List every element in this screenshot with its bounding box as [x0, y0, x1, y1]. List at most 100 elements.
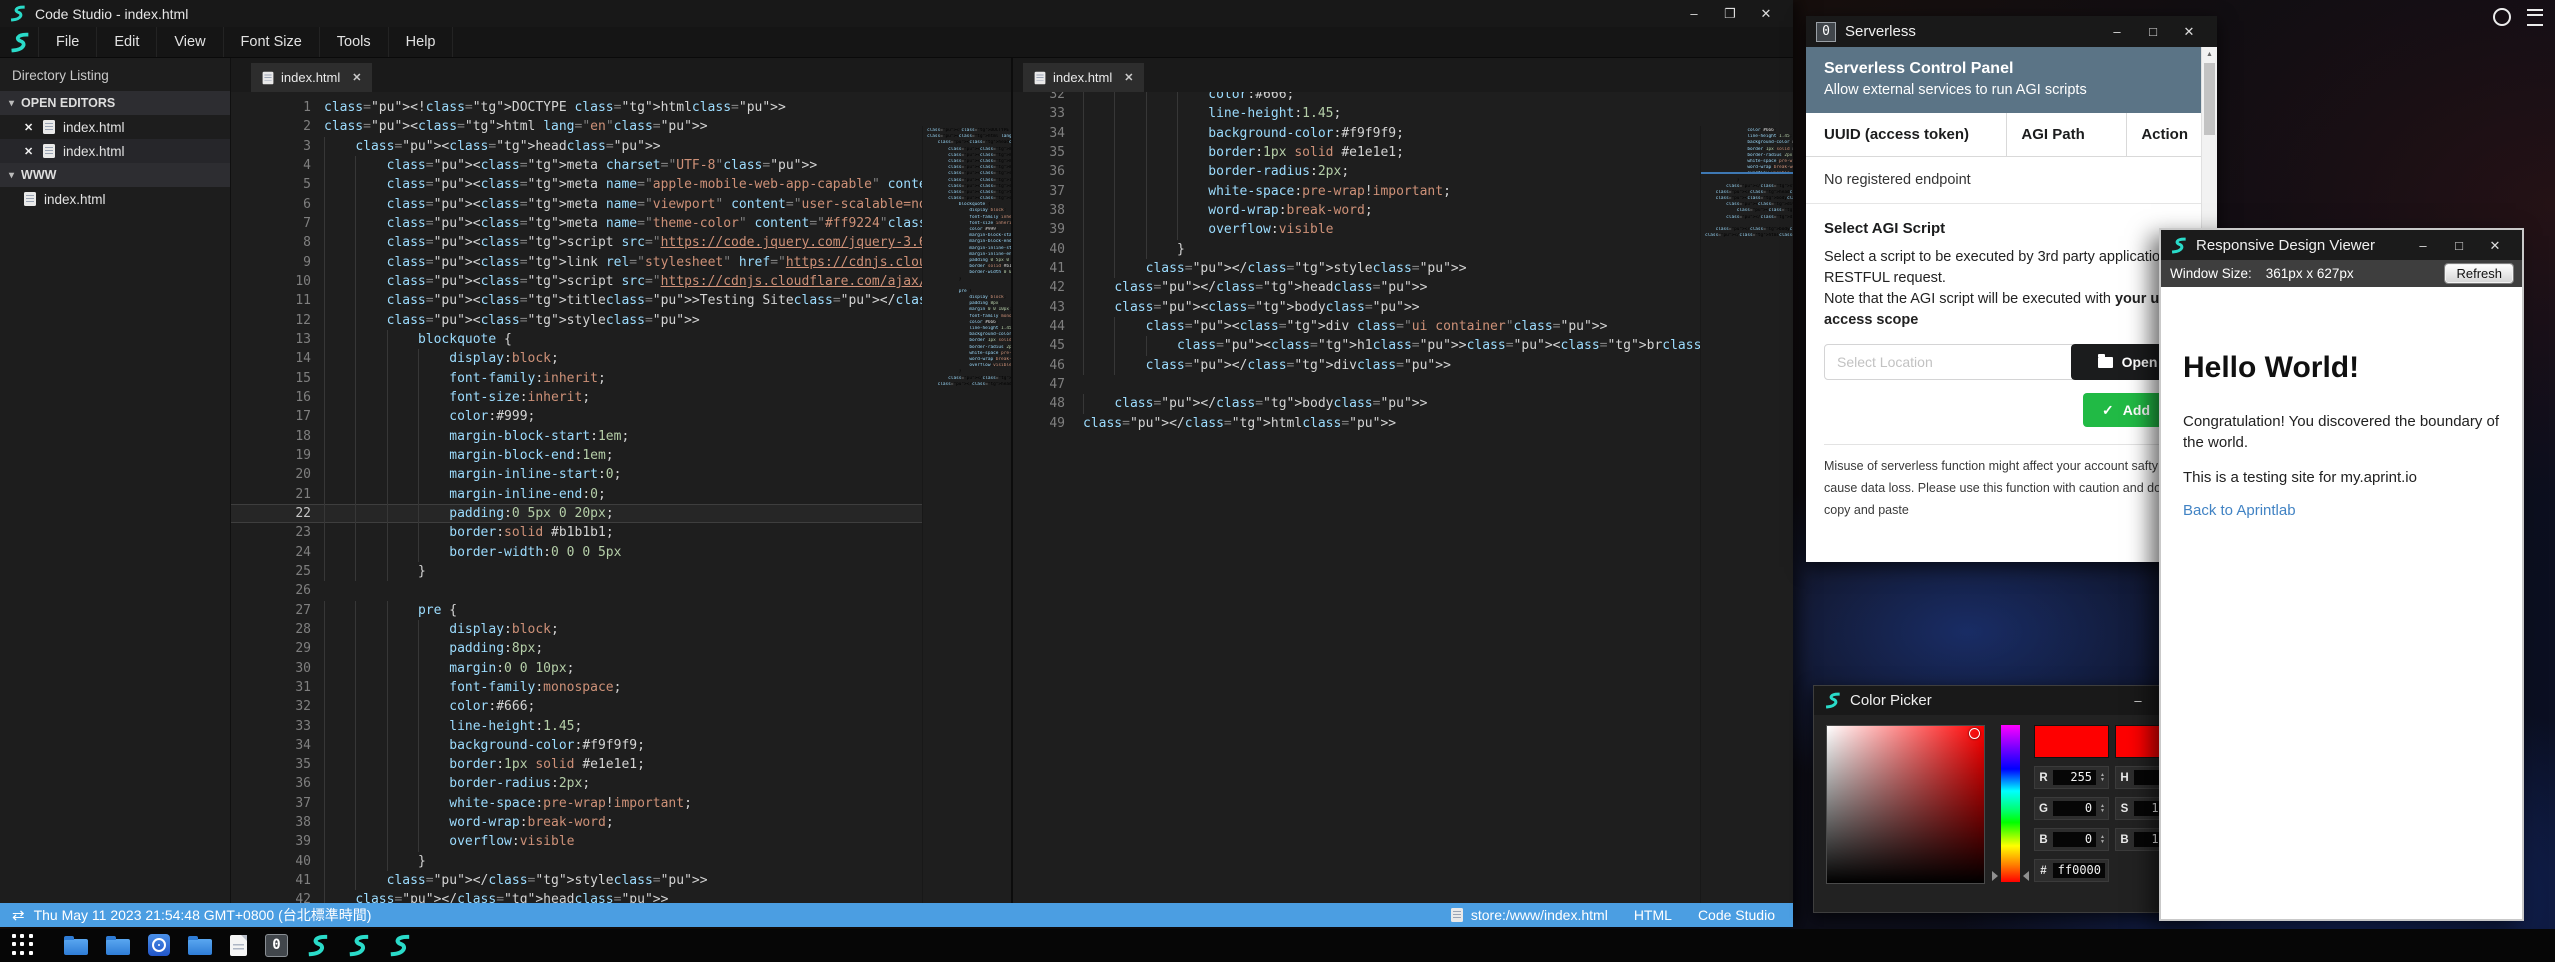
saturation-value-picker[interactable] [1826, 725, 1985, 884]
code-line-37[interactable]: 37 white-space:pre-wrap!important; [1013, 182, 1793, 201]
code-line-6[interactable]: 6 class="pu"><class="tg">meta name="view… [231, 195, 1011, 214]
tab-index-html[interactable]: index.html ✕ [251, 63, 372, 92]
code-line-49[interactable]: 49class="pu"></class="tg">htmlclass="pu"… [1013, 414, 1793, 433]
code-line-5[interactable]: 5 class="pu"><class="tg">meta name="appl… [231, 175, 1011, 194]
code-line-7[interactable]: 7 class="pu"><class="tg">meta name="them… [231, 214, 1011, 233]
code-line-24[interactable]: 24 border-width:0 0 0 5px [231, 543, 1011, 562]
refresh-button[interactable]: Refresh [2445, 264, 2513, 283]
code-line-26[interactable]: 26 [231, 581, 1011, 600]
hue-slider[interactable] [2001, 725, 2020, 882]
hex-color-field[interactable]: #ff0000 [2034, 859, 2109, 882]
code-line-17[interactable]: 17 color:#999; [231, 407, 1011, 426]
code-line-35[interactable]: 35 border:1px solid #e1e1e1; [231, 755, 1011, 774]
code-line-9[interactable]: 9 class="pu"><class="tg">link rel="style… [231, 253, 1011, 272]
minimap-right[interactable]: color:#666; line-height:1.45; background… [1700, 126, 1793, 903]
code-line-42[interactable]: 42 class="pu"></class="tg">headclass="pu… [231, 890, 1011, 903]
code-line-2[interactable]: 2class="pu"><class="tg">html lang="en"cl… [231, 117, 1011, 136]
code-line-47[interactable]: 47 [1013, 375, 1793, 394]
app-logo[interactable] [0, 27, 39, 57]
sidebar-item-index.html[interactable]: index.html [0, 187, 230, 211]
code-line-18[interactable]: 18 margin-block-start:1em; [231, 427, 1011, 446]
code-line-21[interactable]: 21 margin-inline-end:0; [231, 485, 1011, 504]
scroll-up-icon[interactable]: ▲ [2202, 47, 2217, 62]
code-line-43[interactable]: 43 class="pu"><class="tg">bodyclass="pu"… [1013, 298, 1793, 317]
close-icon[interactable]: ✕ [24, 121, 35, 134]
code-line-14[interactable]: 14 display:block; [231, 349, 1011, 368]
code-line-10[interactable]: 10 class="pu"><class="tg">script src="ht… [231, 272, 1011, 291]
code-line-40[interactable]: 40 } [231, 852, 1011, 871]
code-line-35[interactable]: 35 border:1px solid #e1e1e1; [1013, 143, 1793, 162]
title-bar[interactable]: Code Studio - index.html – ❐ ✕ [0, 0, 1793, 27]
code-line-46[interactable]: 46 class="pu"></class="tg">divclass="pu"… [1013, 356, 1793, 375]
rdv-title-bar[interactable]: Responsive Design Viewer – □ ✕ [2161, 230, 2522, 260]
menu-font-size[interactable]: Font Size [224, 27, 320, 57]
tab-index-html[interactable]: index.html ✕ [1023, 63, 1144, 92]
stepper-icon[interactable]: ▲▼ [2100, 773, 2105, 783]
minimize-button[interactable]: – [2405, 232, 2441, 259]
code-line-25[interactable]: 25 } [231, 562, 1011, 581]
code-line-39[interactable]: 39 overflow:visible [231, 832, 1011, 851]
code-line-4[interactable]: 4 class="pu"><class="tg">meta charset="U… [231, 156, 1011, 175]
maximize-button[interactable]: □ [2441, 232, 2477, 259]
code-line-42[interactable]: 42 class="pu"></class="tg">headclass="pu… [1013, 278, 1793, 297]
taskbar-folder-icon[interactable] [188, 939, 212, 955]
code-line-27[interactable]: 27 pre { [231, 601, 1011, 620]
code-line-13[interactable]: 13 blockquote { [231, 330, 1011, 349]
minimize-button[interactable]: – [1676, 0, 1712, 27]
code-line-38[interactable]: 38 word-wrap:break-word; [1013, 201, 1793, 220]
code-editor-right[interactable]: 32 color:#666;33 line-height:1.45;34 bac… [1013, 92, 1793, 903]
code-line-34[interactable]: 34 background-color:#f9f9f9; [231, 736, 1011, 755]
scrollbar-thumb[interactable] [2204, 63, 2215, 135]
menu-file[interactable]: File [39, 27, 97, 57]
code-line-41[interactable]: 41 class="pu"></class="tg">styleclass="p… [1013, 259, 1793, 278]
code-line-34[interactable]: 34 background-color:#f9f9f9; [1013, 124, 1793, 143]
maximize-button[interactable]: □ [2135, 18, 2171, 45]
code-line-23[interactable]: 23 border:solid #b1b1b1; [231, 523, 1011, 542]
code-line-41[interactable]: 41 class="pu"></class="tg">styleclass="p… [231, 871, 1011, 890]
sidebar-item-index.html[interactable]: ✕index.html [0, 139, 230, 163]
code-line-12[interactable]: 12 class="pu"><class="tg">styleclass="pu… [231, 311, 1011, 330]
code-line-1[interactable]: 1class="pu"><!class="tg">DOCTYPE class="… [231, 98, 1011, 117]
stepper-icon[interactable]: ▲▼ [2100, 835, 2105, 845]
code-line-30[interactable]: 30 margin:0 0 10px; [231, 659, 1011, 678]
menu-help[interactable]: Help [389, 27, 454, 57]
taskbar-code-studio-icon[interactable] [388, 934, 411, 957]
minimize-button[interactable]: – [2120, 687, 2156, 714]
sidebar-section-open-editors[interactable]: ▾OPEN EDITORS [0, 91, 230, 115]
taskbar-document-icon[interactable] [230, 935, 247, 956]
color-picker-title-bar[interactable]: Color Picker – ✕ [1814, 686, 2202, 715]
code-line-40[interactable]: 40 } [1013, 240, 1793, 259]
color-field-r[interactable]: R255▲▼ [2034, 766, 2109, 789]
color-field-b[interactable]: B0▲▼ [2034, 828, 2109, 851]
hamburger-menu-icon[interactable] [2527, 9, 2543, 26]
back-to-aprintlab-link[interactable]: Back to Aprintlab [2183, 502, 2500, 519]
taskbar-start-grid-icon[interactable] [12, 934, 34, 956]
sv-marker[interactable] [1969, 728, 1980, 739]
code-line-3[interactable]: 3 class="pu"><class="tg">headclass="pu">… [231, 137, 1011, 156]
color-field-g[interactable]: G0▲▼ [2034, 797, 2109, 820]
code-line-48[interactable]: 48 class="pu"></class="tg">bodyclass="pu… [1013, 394, 1793, 413]
code-line-15[interactable]: 15 font-family:inherit; [231, 369, 1011, 388]
tab-close-icon[interactable]: ✕ [352, 71, 361, 84]
code-line-11[interactable]: 11 class="pu"><class="tg">titleclass="pu… [231, 291, 1011, 310]
code-line-29[interactable]: 29 padding:8px; [231, 639, 1011, 658]
taskbar-folder-icon[interactable] [64, 939, 88, 955]
code-line-45[interactable]: 45 class="pu"><class="tg">h1class="pu">>… [1013, 336, 1793, 355]
tab-close-icon[interactable]: ✕ [1124, 71, 1133, 84]
status-file-path[interactable]: store:/www/index.html [1471, 907, 1608, 923]
code-line-39[interactable]: 39 overflow:visible [1013, 220, 1793, 239]
color-value[interactable]: 0 [2053, 801, 2096, 816]
menu-edit[interactable]: Edit [97, 27, 157, 57]
code-line-36[interactable]: 36 border-radius:2px; [231, 774, 1011, 793]
color-value[interactable]: 0 [2053, 832, 2096, 847]
code-line-16[interactable]: 16 font-size:inherit; [231, 388, 1011, 407]
taskbar-code-studio-icon[interactable] [306, 934, 329, 957]
serverless-title-bar[interactable]: 0 Serverless – □ ✕ [1806, 16, 2217, 47]
code-line-33[interactable]: 33 line-height:1.45; [1013, 104, 1793, 123]
code-line-31[interactable]: 31 font-family:monospace; [231, 678, 1011, 697]
add-button[interactable]: ✓ Add [2083, 393, 2169, 427]
taskbar-media-player-icon[interactable] [148, 934, 170, 956]
code-editor-left[interactable]: 1class="pu"><!class="tg">DOCTYPE class="… [231, 92, 1011, 903]
sidebar-section-www[interactable]: ▾WWW [0, 163, 230, 187]
minimize-button[interactable]: – [2099, 18, 2135, 45]
